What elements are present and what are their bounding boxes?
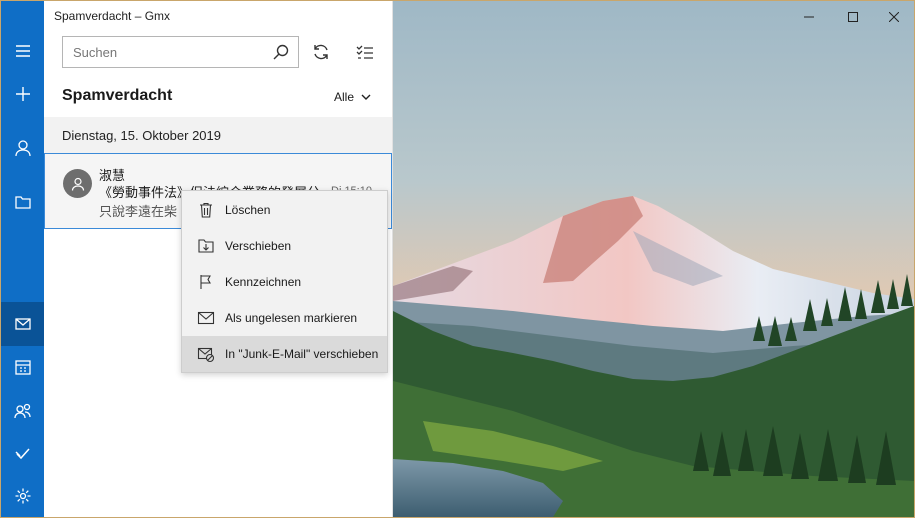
maximize-button[interactable]	[833, 3, 873, 31]
context-menu-move[interactable]: Verschieben	[182, 228, 387, 264]
todo-icon	[14, 448, 30, 460]
context-menu-label: Verschieben	[225, 239, 292, 253]
context-menu-flag[interactable]: Kennzeichnen	[182, 264, 387, 300]
select-list-icon	[356, 45, 373, 59]
mail-button[interactable]	[1, 302, 44, 346]
move-icon	[198, 239, 214, 253]
search-box[interactable]	[62, 36, 299, 68]
sync-icon	[314, 44, 328, 60]
compose-icon	[15, 87, 30, 101]
filter-dropdown[interactable]: Alle	[334, 87, 372, 107]
close-icon	[889, 12, 899, 22]
people-icon	[13, 403, 31, 419]
context-menu-label: Als ungelesen markieren	[225, 311, 358, 325]
mountain-landscape-background	[393, 1, 914, 517]
context-menu-delete[interactable]: Löschen	[182, 192, 387, 228]
context-menu-move-to-junk[interactable]: In "Junk-E-Mail" verschieben	[182, 336, 387, 372]
avatar	[63, 169, 92, 198]
accounts-button[interactable]	[1, 126, 44, 170]
todo-button[interactable]	[1, 431, 44, 475]
date-group-header: Dienstag, 15. Oktober 2019	[44, 117, 392, 153]
folders-icon	[14, 196, 31, 209]
accounts-icon	[14, 140, 31, 157]
message-preview: 只說李遠在柴	[99, 204, 178, 219]
context-menu: Löschen Verschieben Kennzeichnen Als ung…	[181, 190, 388, 373]
calendar-icon	[14, 360, 31, 375]
close-button[interactable]	[874, 3, 914, 31]
mail-app-window: Spamverdacht – Gmx Spamverdacht Alle Die…	[1, 1, 914, 517]
envelope-icon	[197, 311, 215, 325]
settings-icon	[15, 488, 30, 504]
trash-icon	[200, 202, 212, 218]
minimize-icon	[804, 16, 814, 18]
folders-button[interactable]	[1, 180, 44, 224]
search-icon[interactable]	[272, 43, 290, 61]
menu-icon	[15, 45, 30, 57]
hamburger-menu-button[interactable]	[1, 29, 44, 73]
context-menu-label: In "Junk-E-Mail" verschieben	[225, 347, 379, 361]
reading-pane	[393, 1, 914, 517]
context-menu-mark-unread[interactable]: Als ungelesen markieren	[182, 300, 387, 336]
search-input[interactable]	[63, 37, 263, 67]
date-group-label: Dienstag, 15. Oktober 2019	[62, 128, 221, 143]
chevron-down-icon	[361, 94, 371, 100]
maximize-icon	[848, 12, 858, 22]
minimize-button[interactable]	[789, 3, 829, 31]
window-title: Spamverdacht – Gmx	[54, 9, 171, 23]
settings-button[interactable]	[1, 474, 44, 517]
flag-icon	[200, 275, 211, 289]
person-icon	[71, 177, 84, 191]
context-menu-label: Kennzeichnen	[225, 275, 302, 289]
navigation-rail	[1, 1, 44, 517]
folder-title: Spamverdacht	[62, 87, 173, 104]
calendar-button[interactable]	[1, 345, 44, 389]
context-menu-label: Löschen	[225, 203, 271, 217]
filter-label: Alle	[334, 90, 355, 104]
sync-button[interactable]	[308, 39, 334, 65]
new-mail-button[interactable]	[1, 72, 44, 116]
junk-icon	[197, 347, 215, 363]
people-button[interactable]	[1, 389, 44, 433]
selection-mode-button[interactable]	[352, 39, 378, 65]
mail-icon	[14, 318, 31, 330]
